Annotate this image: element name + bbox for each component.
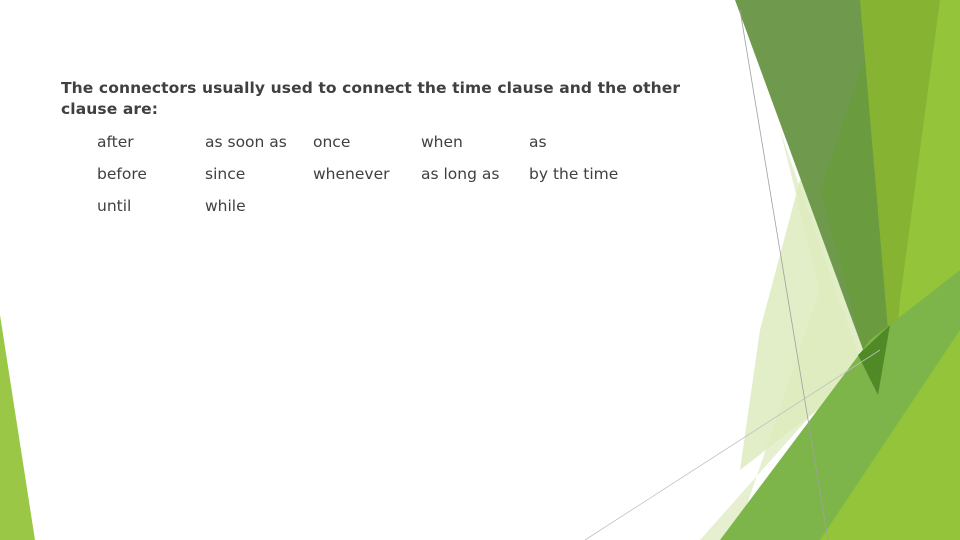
connector-word: as — [529, 133, 547, 151]
connector-word: before — [97, 165, 147, 183]
connector-word: when — [421, 133, 463, 151]
slide: The connectors usually used to connect t… — [0, 0, 960, 540]
connector-word: as long as — [421, 165, 500, 183]
connector-word: after — [97, 133, 134, 151]
connector-word: whenever — [313, 165, 390, 183]
left-green-sliver — [0, 315, 35, 540]
connector-word: once — [313, 133, 351, 151]
connector-word: as soon as — [205, 133, 287, 151]
connector-word: until — [97, 197, 132, 215]
connector-word: since — [205, 165, 246, 183]
connector-word: while — [205, 197, 246, 215]
slide-heading: The connectors usually used to connect t… — [61, 79, 681, 118]
connector-word: by the time — [529, 165, 619, 183]
